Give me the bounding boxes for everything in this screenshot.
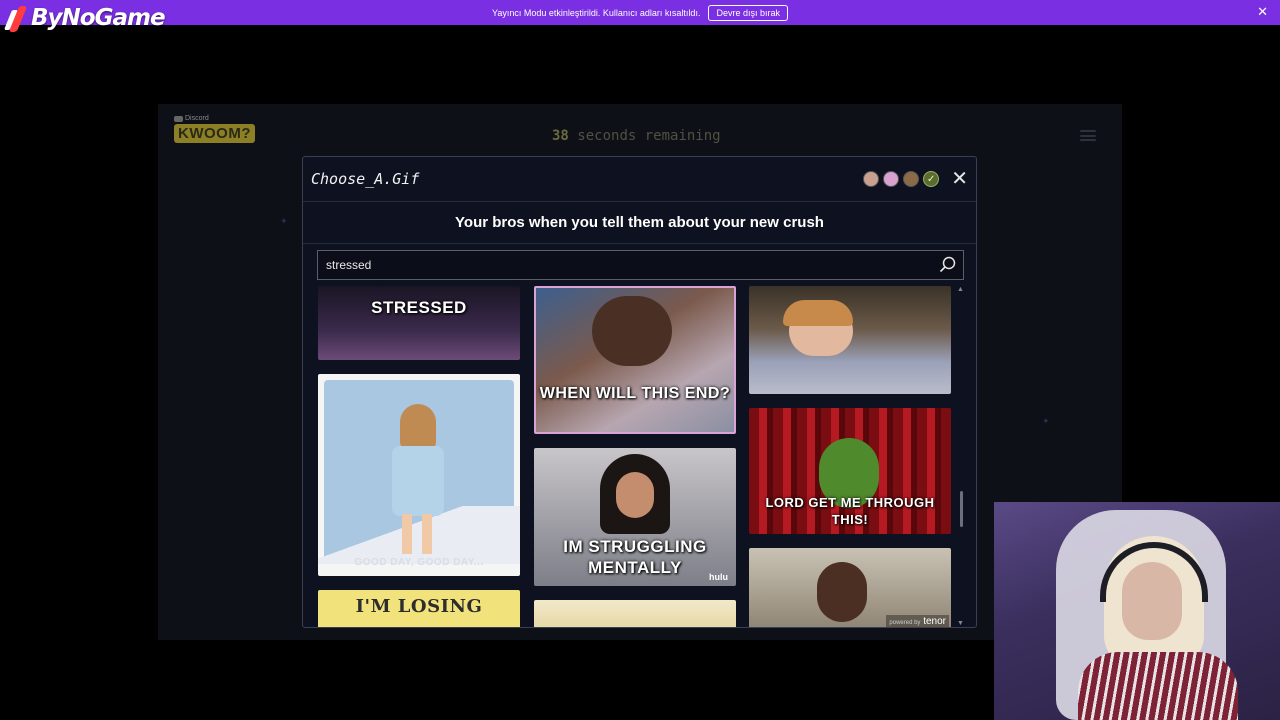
gif-caption: I'M LOSING	[355, 596, 483, 617]
player-avatars: ✓ ✕	[863, 169, 968, 189]
streamer-mode-bar: ByNoGame Yayıncı Modu etkinleştirildi. K…	[0, 0, 1280, 32]
gif-results-grid: STRESSED GOOD DAY, GOOD DAY... I'M LOSIN…	[317, 286, 957, 627]
avatar	[863, 171, 880, 187]
avatar	[883, 171, 900, 187]
timer-seconds: 38	[552, 128, 569, 144]
timer-label: seconds remaining	[577, 128, 721, 144]
discord-icon	[174, 115, 183, 122]
gif-result[interactable]: IM STRUGGLING MENTALLY hulu	[534, 448, 736, 586]
modal-header: Choose_A.Gif ✓ ✕	[303, 157, 976, 202]
scroll-up-icon[interactable]: ▲	[957, 286, 964, 293]
discord-label: Discord	[174, 115, 255, 122]
gif-result[interactable]	[749, 286, 951, 394]
gif-result[interactable]: WHEN WILL THIS END?	[534, 286, 736, 434]
streamer-mode-text: Yayıncı Modu etkinleştirildi. Kullanıcı …	[492, 7, 701, 18]
close-bar-icon[interactable]: ✕	[1257, 4, 1268, 20]
gif-caption: WHEN WILL THIS END?	[539, 385, 731, 402]
brand-logo: ByNoGame	[3, 2, 166, 34]
avatar	[903, 171, 920, 187]
streamer-mode-notice: Yayıncı Modu etkinleştirildi. Kullanıcı …	[492, 4, 788, 21]
kwoom-logo: KWOOM?	[174, 124, 255, 143]
search-icon[interactable]	[933, 251, 963, 279]
brand-name: ByNoGame	[31, 5, 166, 31]
scrollbar-thumb[interactable]	[960, 491, 963, 527]
gif-caption: LORD GET ME THROUGH THIS!	[765, 495, 935, 527]
gif-result[interactable]: powered by tenor	[749, 548, 951, 627]
gif-caption: STRESSED	[371, 298, 467, 317]
modal-title: Choose_A.Gif	[311, 170, 420, 188]
gif-caption: IM STRUGGLING MENTALLY	[563, 537, 707, 577]
star-decoration-icon: ✦	[1042, 416, 1050, 426]
star-decoration-icon: ✦	[280, 216, 288, 226]
disable-streamer-mode-button[interactable]: Devre dışı bırak	[708, 4, 788, 21]
gif-result[interactable]: I'M LOSING	[318, 590, 520, 627]
check-icon: ✓	[923, 171, 940, 187]
gif-result[interactable]	[534, 600, 736, 627]
gif-result[interactable]: STRESSED	[318, 286, 520, 360]
game-logo: Discord KWOOM?	[174, 115, 255, 143]
scroll-down-icon[interactable]: ▼	[957, 620, 964, 627]
bynogame-logo-icon	[3, 5, 28, 32]
tenor-attribution: powered by tenor	[886, 615, 949, 627]
gif-result[interactable]: GOOD DAY, GOOD DAY...	[318, 374, 520, 576]
results-scrollbar[interactable]: ▲ ▼	[957, 286, 965, 627]
prompt-text: Your bros when you tell them about your …	[303, 202, 976, 244]
countdown-timer: 38 seconds remaining	[552, 128, 721, 144]
streamer-webcam	[994, 502, 1280, 720]
hulu-watermark: hulu	[709, 572, 728, 582]
gif-search-bar	[317, 250, 964, 280]
menu-icon[interactable]	[1080, 130, 1096, 141]
gif-caption: GOOD DAY, GOOD DAY...	[354, 557, 484, 568]
close-icon[interactable]: ✕	[951, 169, 968, 189]
gif-result[interactable]: LORD GET ME THROUGH THIS!	[749, 408, 951, 534]
search-input[interactable]	[326, 258, 933, 272]
choose-gif-modal: Choose_A.Gif ✓ ✕ Your bros when you tell…	[302, 156, 977, 628]
